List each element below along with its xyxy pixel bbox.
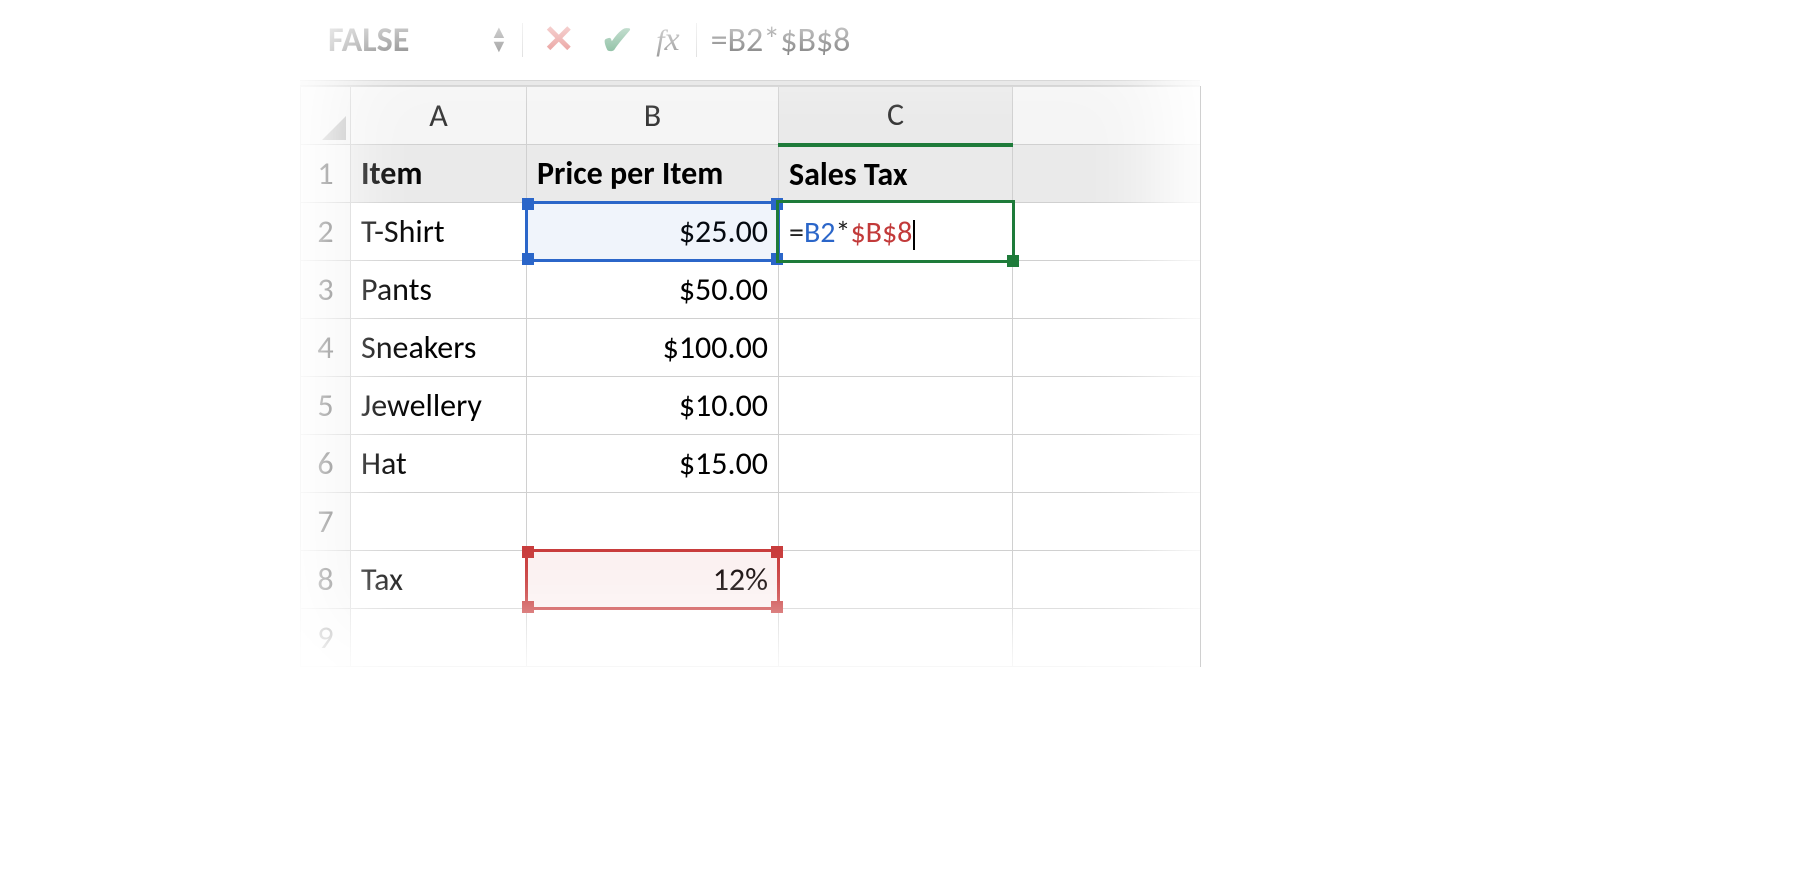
divider: [696, 23, 697, 57]
cell-C1[interactable]: Sales Tax: [779, 145, 1013, 203]
row-header-1[interactable]: 1: [301, 145, 351, 203]
stepper-down-icon[interactable]: ▼: [490, 40, 508, 54]
col-header-D[interactable]: [1013, 87, 1201, 145]
cell-C5[interactable]: [779, 377, 1013, 435]
cell-C6[interactable]: [779, 435, 1013, 493]
text-cursor: [913, 220, 915, 250]
cell-B5[interactable]: $10.00: [527, 377, 779, 435]
cell-C7[interactable]: [779, 493, 1013, 551]
cell-A7[interactable]: [351, 493, 527, 551]
cell-D3[interactable]: [1013, 261, 1201, 319]
col-header-A[interactable]: A: [351, 87, 527, 145]
cell-B8[interactable]: 12%: [527, 551, 779, 609]
cell-A6[interactable]: Hat: [351, 435, 527, 493]
col-header-C[interactable]: C: [779, 87, 1013, 145]
cell-D6[interactable]: [1013, 435, 1201, 493]
cell-C3[interactable]: [779, 261, 1013, 319]
cancel-icon[interactable]: ✕: [537, 17, 581, 63]
cell-D2[interactable]: [1013, 203, 1201, 261]
name-box-stepper[interactable]: ▲ ▼: [490, 26, 508, 54]
name-box[interactable]: FALSE: [328, 20, 478, 61]
row-header-3[interactable]: 3: [301, 261, 351, 319]
cell-A8[interactable]: Tax: [351, 551, 527, 609]
cell-A9[interactable]: [351, 609, 527, 667]
select-all-corner[interactable]: [301, 87, 351, 145]
cell-B7[interactable]: [527, 493, 779, 551]
formula-ref-B2: B2: [804, 214, 836, 251]
formula-eq: =: [789, 214, 804, 251]
cell-A3[interactable]: Pants: [351, 261, 527, 319]
cell-D7[interactable]: [1013, 493, 1201, 551]
cell-C9[interactable]: [779, 609, 1013, 667]
row-header-7[interactable]: 7: [301, 493, 351, 551]
enter-icon[interactable]: ✔: [595, 16, 641, 65]
cell-B2[interactable]: $25.00: [527, 203, 779, 261]
cell-C4[interactable]: [779, 319, 1013, 377]
row-header-4[interactable]: 4: [301, 319, 351, 377]
cell-B8-value: 12%: [713, 560, 768, 599]
cell-B3[interactable]: $50.00: [527, 261, 779, 319]
col-header-B[interactable]: B: [527, 87, 779, 145]
cell-A4[interactable]: Sneakers: [351, 319, 527, 377]
spreadsheet-window: FALSE ▲ ▼ ✕ ✔ fx =B2*$B$8 A B C 1 Item P…: [300, 10, 1200, 667]
row-header-6[interactable]: 6: [301, 435, 351, 493]
formula-input[interactable]: =B2*$B$8: [711, 20, 851, 61]
fx-icon[interactable]: fx: [654, 21, 681, 59]
cell-C2[interactable]: =B2*$B$8: [779, 203, 1013, 261]
row-header-2[interactable]: 2: [301, 203, 351, 261]
row-header-9[interactable]: 9: [301, 609, 351, 667]
cell-D4[interactable]: [1013, 319, 1201, 377]
row-header-8[interactable]: 8: [301, 551, 351, 609]
cell-editor[interactable]: =B2*$B$8: [789, 214, 915, 251]
formula-bar: FALSE ▲ ▼ ✕ ✔ fx =B2*$B$8: [300, 10, 1200, 80]
formula-ref-B8: $B$8: [850, 214, 912, 251]
cell-A5[interactable]: Jewellery: [351, 377, 527, 435]
cell-B6[interactable]: $15.00: [527, 435, 779, 493]
cell-B9[interactable]: [527, 609, 779, 667]
cell-D8[interactable]: [1013, 551, 1201, 609]
row-header-5[interactable]: 5: [301, 377, 351, 435]
cell-A1[interactable]: Item: [351, 145, 527, 203]
cell-B1[interactable]: Price per Item: [527, 145, 779, 203]
cell-B2-value: $25.00: [679, 212, 768, 251]
formula-op: *: [835, 214, 850, 251]
cell-B4[interactable]: $100.00: [527, 319, 779, 377]
cell-D1[interactable]: [1013, 145, 1201, 203]
cell-D9[interactable]: [1013, 609, 1201, 667]
worksheet-grid[interactable]: A B C 1 Item Price per Item Sales Tax 2 …: [300, 86, 1201, 667]
cell-A2[interactable]: T-Shirt: [351, 203, 527, 261]
cell-C8[interactable]: [779, 551, 1013, 609]
cell-D5[interactable]: [1013, 377, 1201, 435]
divider: [522, 23, 523, 57]
